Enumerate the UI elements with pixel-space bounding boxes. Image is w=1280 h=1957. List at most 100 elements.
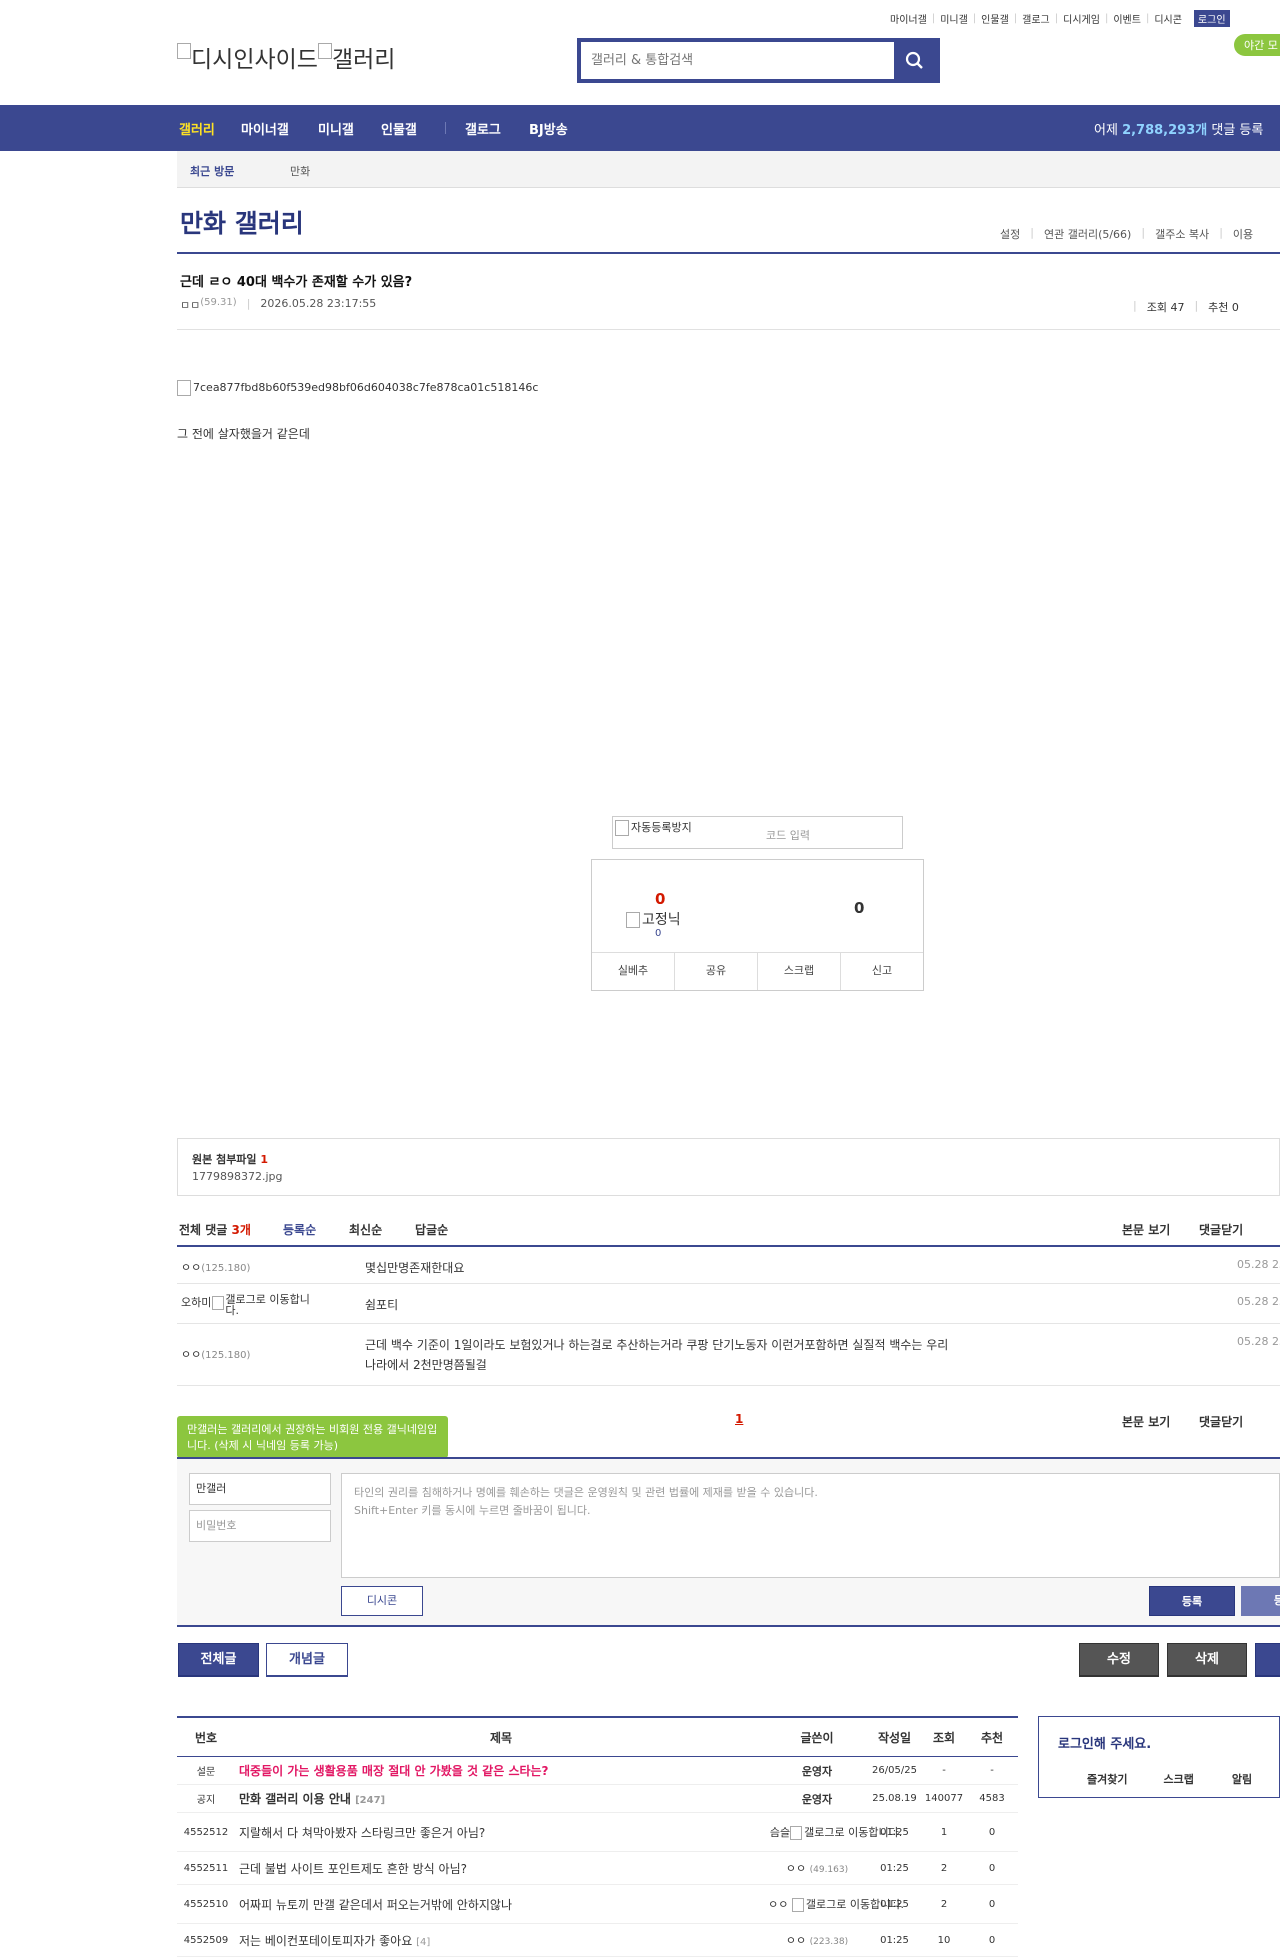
nav-person[interactable]: 인물갤 bbox=[381, 119, 417, 138]
comment-item: ㅇㅇ(125.180) 근데 백수 기준이 1일이라도 보험있거나 하는걸로 추… bbox=[177, 1324, 1280, 1386]
reply-count: [4] bbox=[416, 1936, 431, 1948]
nav-minor[interactable]: 마이너갤 bbox=[241, 119, 289, 138]
share-button[interactable]: 공유 bbox=[675, 953, 758, 990]
row-recommend: 4583 bbox=[979, 1793, 1005, 1804]
view-post-link[interactable]: 본문 보기 bbox=[1122, 1221, 1170, 1238]
attachment-file[interactable]: 1779898372.jpg bbox=[192, 1170, 283, 1183]
top-links: 마이너갤 | 미니갤 | 인물갤 | 갤로그 | 디시게임 | 이벤트 | 디시콘 로그인 bbox=[890, 10, 1230, 27]
search-icon bbox=[905, 51, 923, 69]
row-recommend: 0 bbox=[988, 1898, 996, 1910]
row-title: 대중들이 가는 생활용품 매장 절대 안 가봤을 것 같은 스타는? bbox=[239, 1764, 549, 1778]
settings-link[interactable]: 설정 bbox=[1000, 226, 1020, 242]
table-row[interactable]: 4552512 지랄해서 다 쳐막아봤자 스타링크만 좋은거 아님? 슴슬 갤로그… bbox=[177, 1813, 1018, 1852]
top-link-game[interactable]: 디시게임 bbox=[1063, 11, 1100, 26]
all-posts-button[interactable]: 전체글 bbox=[178, 1643, 259, 1677]
col-writer: 글쓴이 bbox=[800, 1730, 834, 1745]
nav-bj[interactable]: BJ방송 bbox=[529, 119, 568, 138]
close-comments-link[interactable]: 댓글닫기 bbox=[1199, 1221, 1243, 1238]
captcha-box: 자동등록방지 코드 입력 bbox=[612, 816, 903, 849]
comment-text: 쉼포티 bbox=[365, 1298, 399, 1312]
attachment-box: 원본 첨부파일 1 1779898372.jpg bbox=[177, 1138, 1280, 1196]
login-button[interactable]: 로그인 bbox=[1193, 10, 1230, 27]
recommend-actions: 실베추 공유 스크랩 신고 bbox=[592, 952, 923, 990]
row-views: 2 bbox=[940, 1898, 948, 1910]
recommend-up-count: 0 bbox=[655, 890, 666, 908]
top-link-gallog[interactable]: 갤로그 bbox=[1022, 11, 1050, 26]
scrap-button[interactable]: 스크랩 bbox=[758, 953, 841, 990]
broken-image-icon bbox=[626, 912, 640, 928]
row-recommend: - bbox=[990, 1765, 994, 1776]
close-comments-link[interactable]: 댓글닫기 bbox=[1199, 1413, 1243, 1430]
search-button[interactable] bbox=[894, 42, 936, 79]
top-link-person[interactable]: 인물갤 bbox=[981, 11, 1009, 26]
recent-visit-label[interactable]: 최근 방문 bbox=[190, 163, 234, 179]
reply-count: [247] bbox=[355, 1795, 386, 1806]
table-row[interactable]: 공지 만화 갤러리 이용 안내 [247] 운영자 25.08.19 14007… bbox=[177, 1785, 1018, 1813]
post-author[interactable]: ㅁㅁ bbox=[180, 297, 200, 313]
nav-gallery[interactable]: 갤러리 bbox=[179, 119, 215, 138]
edit-button[interactable]: 수정 bbox=[1079, 1643, 1159, 1677]
submit-comment-button[interactable]: 등록 bbox=[1149, 1586, 1235, 1616]
post-body: 그 전에 살자했을거 같은데 bbox=[177, 427, 310, 441]
row-number: 4552509 bbox=[183, 1934, 229, 1946]
favorites-link[interactable]: 즐겨찾기 bbox=[1087, 1771, 1127, 1787]
top-link-minor[interactable]: 마이너갤 bbox=[890, 11, 927, 26]
dccon-button[interactable]: 디시콘 bbox=[341, 1586, 423, 1616]
site-logo[interactable]: 디시인사이드 갤러리 bbox=[177, 40, 395, 74]
comment-author[interactable]: ㅇㅇ(125.180) bbox=[181, 1259, 250, 1275]
copy-address-link[interactable]: 갤주소 복사 bbox=[1155, 226, 1209, 242]
gallery-title[interactable]: 만화 갤러리 bbox=[180, 204, 304, 240]
write-button[interactable] bbox=[1255, 1643, 1280, 1677]
row-title: 지랄해서 다 쳐막아봤자 스타링크만 좋은거 아님? bbox=[239, 1825, 486, 1840]
scrap-link[interactable]: 스크랩 bbox=[1163, 1771, 1193, 1787]
best-recommend-button[interactable]: 실베추 bbox=[592, 953, 675, 990]
nav-mini[interactable]: 미니갤 bbox=[318, 119, 354, 138]
gallery-tools: 설정 | 연관 갤러리(5/66) | 갤주소 복사 | 이용 bbox=[1000, 226, 1254, 242]
view-post-link[interactable]: 본문 보기 bbox=[1122, 1413, 1170, 1430]
related-gallery-link[interactable]: 연관 갤러리(5/66) bbox=[1044, 226, 1131, 242]
post-title: 근데 ㄹㅇ 40대 백수가 존재할 수가 있음? bbox=[180, 275, 413, 290]
password-field[interactable]: 비밀번호 bbox=[189, 1510, 331, 1542]
comment-date: 05.28 23 bbox=[1237, 1295, 1280, 1308]
sort-reply[interactable]: 답글순 bbox=[415, 1221, 448, 1238]
recent-visit-item[interactable]: 만화 bbox=[290, 163, 310, 179]
comment-author[interactable]: 오하미 갤로그로 이동합니다. bbox=[181, 1294, 311, 1316]
row-writer: 운영자 bbox=[801, 1764, 833, 1778]
row-writer: ㅇㅇ (49.163) bbox=[785, 1862, 849, 1875]
sort-latest[interactable]: 최신순 bbox=[349, 1221, 382, 1238]
concept-posts-button[interactable]: 개념글 bbox=[266, 1643, 348, 1677]
submit-recommend-button[interactable]: 등록 bbox=[1241, 1586, 1280, 1616]
captcha-input[interactable]: 코드 입력 bbox=[766, 827, 810, 843]
row-date: 01:25 bbox=[880, 1934, 909, 1946]
top-link-event[interactable]: 이벤트 bbox=[1113, 11, 1141, 26]
delete-button[interactable]: 삭제 bbox=[1167, 1643, 1247, 1677]
broken-image-icon bbox=[212, 1296, 225, 1310]
top-link-mini[interactable]: 미니갤 bbox=[940, 11, 968, 26]
col-date: 작성일 bbox=[877, 1730, 912, 1745]
comment-text: 근데 백수 기준이 1일이라도 보험있거나 하는걸로 추산하는거라 쿠팡 단기노… bbox=[365, 1338, 949, 1372]
report-button[interactable]: 신고 bbox=[841, 953, 923, 990]
row-title: 어짜피 뉴토끼 만갤 같은데서 퍼오는거밖에 안하지않나 bbox=[239, 1897, 512, 1912]
fixed-nick-image: 고정닉 bbox=[626, 909, 681, 929]
sort-registered[interactable]: 등록순 bbox=[283, 1221, 316, 1238]
night-mode-toggle[interactable]: 야간 모 bbox=[1234, 34, 1280, 56]
top-link-dccon[interactable]: 디시콘 bbox=[1154, 11, 1182, 26]
login-prompt[interactable]: 로그인해 주세요. bbox=[1058, 1733, 1151, 1752]
table-row[interactable]: 4552510 어짜피 뉴토끼 만갤 같은데서 퍼오는거밖에 안하지않나 ㅇㅇ … bbox=[177, 1885, 1018, 1924]
notification-link[interactable]: 알림 bbox=[1232, 1771, 1252, 1787]
table-row[interactable]: 설문 대중들이 가는 생활용품 매장 절대 안 가봤을 것 같은 스타는? 운영… bbox=[177, 1757, 1018, 1785]
nav-gallog[interactable]: 갤로그 bbox=[465, 119, 501, 138]
nickname-field[interactable]: 만갤러 bbox=[189, 1473, 331, 1505]
comment-author[interactable]: ㅇㅇ(125.180) bbox=[181, 1346, 250, 1362]
usage-link[interactable]: 이용 bbox=[1233, 226, 1253, 242]
table-row[interactable]: 4552509 저는 베이컨포테이토피자가 좋아요 [4] ㅇㅇ (223.38… bbox=[177, 1924, 1018, 1957]
post-stats: | 조회 47 | 추천 0 bbox=[1133, 299, 1239, 314]
search-input[interactable] bbox=[581, 42, 893, 79]
post-author-ip: (59.31) bbox=[200, 297, 237, 308]
comment-textarea[interactable]: 타인의 권리를 침해하거나 명예를 훼손하는 댓글은 운영원칙 및 관련 법률에… bbox=[341, 1473, 1280, 1578]
row-date: 01:25 bbox=[880, 1862, 909, 1874]
row-writer: 슴슬 갤로그로 이동합니다. bbox=[769, 1826, 903, 1840]
comment-stat: 어제 2,788,293개 댓글 등록 bbox=[1094, 123, 1264, 138]
row-number: 설문 bbox=[196, 1767, 216, 1778]
table-row[interactable]: 4552511 근데 불법 사이트 포인트제도 흔한 방식 아님? ㅇㅇ (49… bbox=[177, 1852, 1018, 1885]
